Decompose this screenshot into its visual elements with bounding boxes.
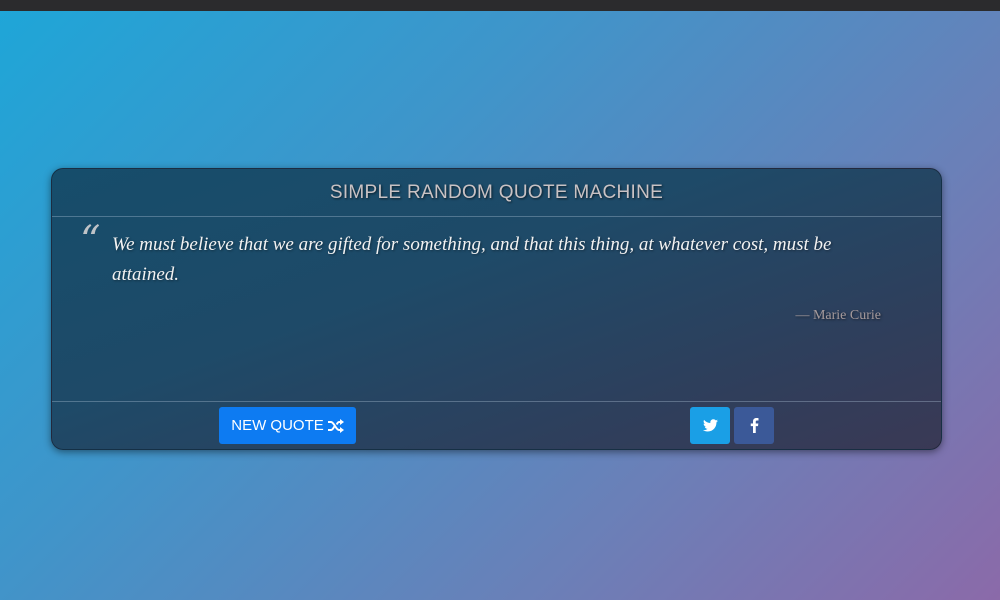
- quote-mark-icon: “: [80, 218, 101, 264]
- facebook-icon: [750, 418, 758, 433]
- quote-text: We must believe that we are gifted for s…: [112, 234, 832, 285]
- card-footer: NEW QUOTE: [52, 401, 941, 450]
- new-quote-button[interactable]: NEW QUOTE: [219, 407, 356, 444]
- new-quote-label: NEW QUOTE: [231, 417, 324, 434]
- facebook-share-button[interactable]: [734, 407, 774, 444]
- tweet-button[interactable]: [690, 407, 730, 444]
- twitter-icon: [702, 419, 718, 432]
- browser-top-bar: [0, 0, 1000, 11]
- quote-card: SIMPLE RANDOM QUOTE MACHINE “ We must be…: [51, 168, 942, 450]
- card-header: SIMPLE RANDOM QUOTE MACHINE: [52, 169, 941, 217]
- app-title: SIMPLE RANDOM QUOTE MACHINE: [329, 182, 664, 203]
- quote-author: — Marie Curie: [795, 308, 881, 323]
- shuffle-icon: [327, 418, 344, 433]
